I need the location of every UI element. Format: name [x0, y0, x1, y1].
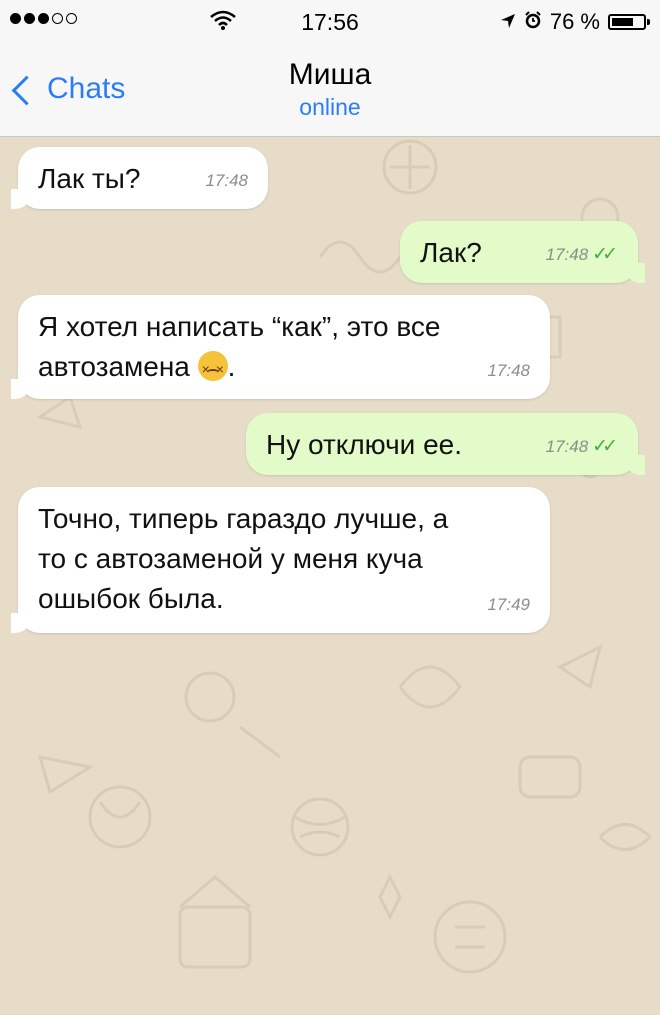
battery-icon [608, 14, 650, 30]
navigation-bar: Chats Миша online [0, 44, 660, 137]
message-time: 17:48 ✓✓ [546, 235, 618, 275]
read-receipt-icon: ✓✓ [592, 244, 618, 265]
message-time: 17:48 ✓✓ [546, 427, 618, 467]
status-bar: 17:56 76 % [0, 0, 660, 44]
battery-percentage: 76 % [549, 9, 600, 34]
message-text: Я хотел написать “как”, это все автозаме… [38, 311, 441, 382]
message-bubble-outgoing[interactable]: Лак? 17:48 ✓✓ [400, 221, 645, 283]
contact-name: Миша [288, 58, 372, 91]
message-text: Точно, типерь гараздо лучше, а то с авто… [38, 503, 449, 614]
message-text: Лак? [420, 237, 482, 268]
message-time: 17:48 [205, 171, 248, 190]
contact-status: online [299, 94, 361, 120]
message-bubble-incoming[interactable]: Я хотел написать “как”, это все автозаме… [11, 295, 550, 399]
message-time: 17:49 [487, 595, 530, 614]
location-arrow-icon [500, 9, 516, 35]
message-text-suffix: . [227, 351, 236, 382]
read-receipt-icon: ✓✓ [592, 436, 618, 457]
message-text: Лак ты? [38, 163, 141, 194]
message-time: 17:48 [487, 361, 530, 380]
message-bubble-incoming[interactable]: Точно, типерь гараздо лучше, а то с авто… [11, 487, 550, 633]
message-text: Ну отключи ее. [266, 429, 462, 460]
alarm-clock-icon [524, 9, 542, 35]
message-bubble-incoming[interactable]: Лак ты? 17:48 [11, 147, 268, 209]
confounded-face-emoji-icon [197, 349, 228, 389]
message-bubble-outgoing[interactable]: Ну отключи ее. 17:48 ✓✓ [246, 413, 645, 475]
chat-area[interactable]: Лак ты? 17:48 Лак? 17:48 ✓✓ Я хотел напис… [0, 137, 660, 1015]
contact-header[interactable]: Миша online [0, 58, 660, 121]
